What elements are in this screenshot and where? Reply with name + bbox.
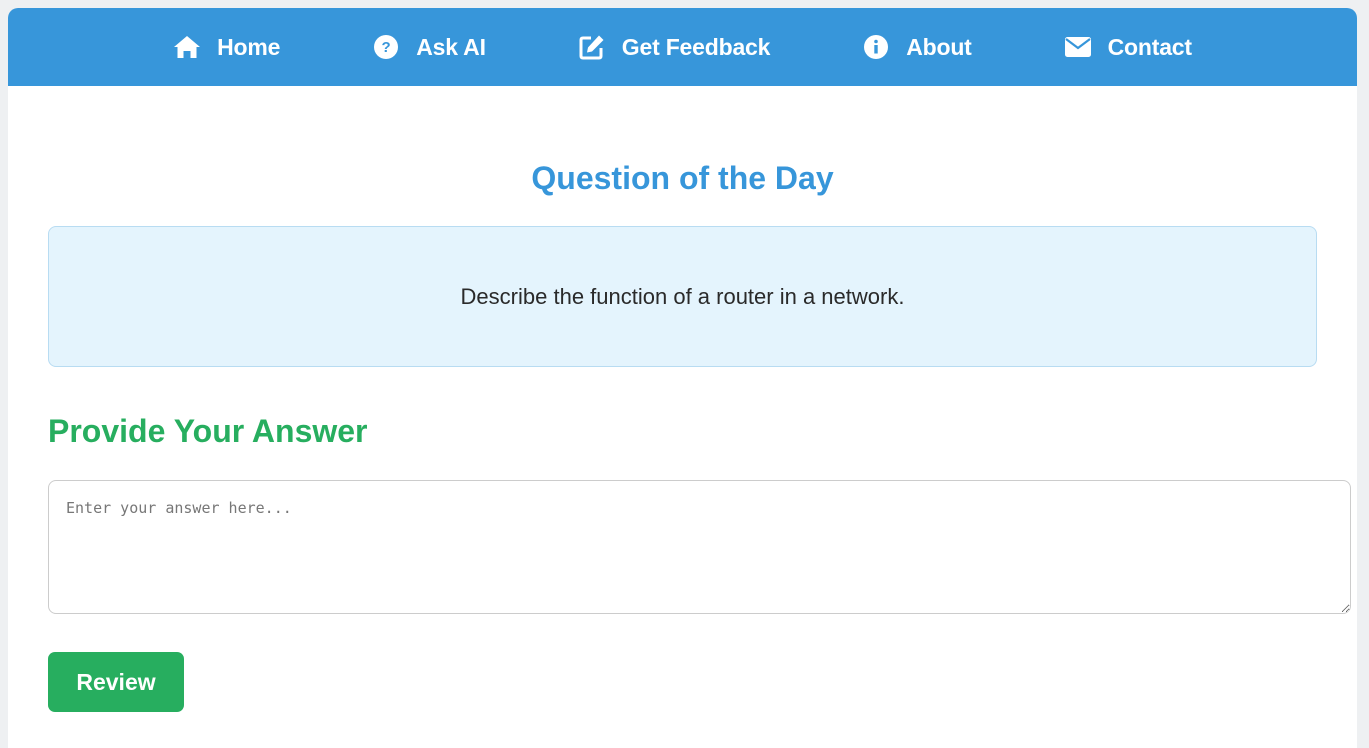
nav-home[interactable]: Home [173,33,280,61]
envelope-icon [1064,33,1092,61]
page-card: Home ? Ask AI Get Feedback About Contact… [8,8,1357,748]
nav-get-feedback-label: Get Feedback [621,33,771,60]
nav-home-label: Home [217,33,281,60]
page-title: Question of the Day [531,160,834,196]
nav-about[interactable]: About [862,33,972,61]
question-box: Describe the function of a router in a n… [48,226,1317,367]
question-text: Describe the function of a router in a n… [460,283,905,309]
nav-ask-ai-label: Ask AI [416,33,486,60]
nav-about-label: About [906,33,972,60]
nav-get-feedback[interactable]: Get Feedback [578,33,770,61]
nav-contact[interactable]: Contact [1064,33,1192,61]
nav-contact-label: Contact [1107,33,1192,60]
svg-text:?: ? [382,39,391,56]
nav-ask-ai[interactable]: ? Ask AI [372,33,486,61]
review-button[interactable]: Review [48,652,184,712]
answer-heading: Provide Your Answer [48,413,368,449]
edit-icon [578,33,606,61]
info-circle-icon [862,33,890,61]
top-navbar: Home ? Ask AI Get Feedback About Contact [8,8,1357,86]
answer-input[interactable] [48,480,1351,614]
question-circle-icon: ? [372,33,400,61]
home-icon [173,33,201,61]
